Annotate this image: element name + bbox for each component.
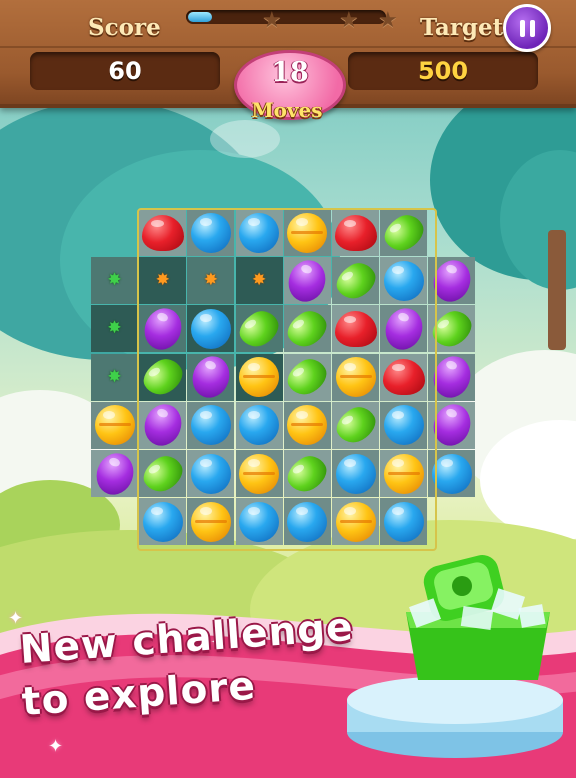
sparkle-icon: ✦ (48, 736, 64, 757)
blue-candy[interactable] (431, 453, 472, 494)
board-cell[interactable]: ✸ (91, 305, 138, 353)
score-value: 60 (30, 52, 220, 90)
target-label: Target (420, 14, 504, 41)
score-label: Score (88, 14, 161, 41)
purple-candy[interactable] (90, 447, 139, 500)
canopy-highlight (210, 120, 280, 158)
jelly-ice-bucket (406, 555, 550, 680)
board-frame (137, 208, 437, 551)
yellow-candy[interactable] (94, 405, 135, 446)
board-cell[interactable] (91, 401, 138, 449)
target-value: 500 (348, 52, 538, 90)
moves-label: Moves (251, 98, 323, 122)
wood-plank-seam (0, 46, 576, 48)
pause-icon (529, 19, 535, 37)
board-cell[interactable]: ✸ (91, 257, 138, 305)
pause-icon (519, 19, 525, 37)
sparkle-icon: ✦ (8, 608, 24, 629)
green-gem-icon[interactable]: ✸ (107, 368, 121, 386)
moves-count: 18 (271, 57, 309, 88)
star-icon: ★ (339, 8, 359, 33)
tree-trunk (548, 230, 566, 350)
board-cell[interactable]: ✸ (91, 353, 138, 401)
star-icon: ★ (262, 8, 282, 33)
green-gem-icon[interactable]: ✸ (107, 272, 121, 289)
star-icon: ★ (378, 8, 398, 33)
board-cell[interactable] (90, 447, 139, 500)
pause-button[interactable] (503, 4, 551, 52)
green-gem-icon[interactable]: ✸ (107, 320, 121, 337)
score-progress-fill (188, 12, 212, 22)
